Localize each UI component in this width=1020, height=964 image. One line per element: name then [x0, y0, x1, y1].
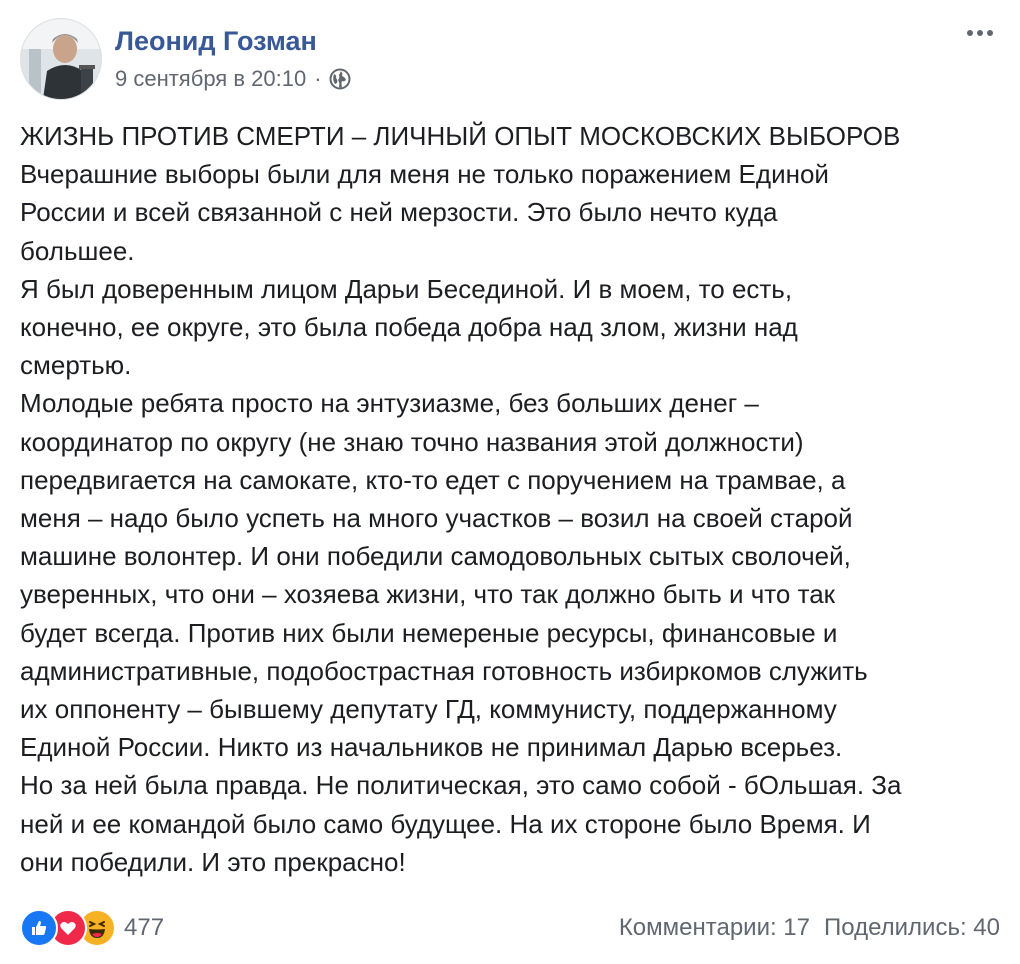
comments-count-link[interactable]: Комментарии: 17 [619, 914, 810, 942]
post-line: уверенных, что они – хозяева жизни, что … [20, 579, 836, 610]
post-line: передвигается на самокате, кто-то едет с… [20, 464, 846, 495]
meta-separator: · [314, 66, 322, 91]
post-line: Молодые ребята просто на энтузиазме, без… [20, 388, 759, 419]
post-timestamp-link[interactable]: 9 сентября в 20:10 [115, 66, 306, 92]
post-text: ЖИЗНЬ ПРОТИВ СМЕРТИ – ЛИЧНЫЙ ОПЫТ МОСКОВ… [20, 117, 1010, 881]
post-line: координатор по округу (не знаю точно наз… [20, 426, 804, 457]
more-horizontal-icon [967, 30, 973, 36]
more-dot [987, 30, 993, 36]
post-line: большее. [20, 235, 135, 266]
post-line: ней и ее командой было само будущее. На … [20, 808, 871, 839]
post-header: Леонид Гозман 9 сентября в 20:10 · [20, 18, 1020, 108]
post-line: Вчерашние выборы были для меня не только… [20, 159, 829, 190]
post-title-line: ЖИЗНЬ ПРОТИВ СМЕРТИ – ЛИЧНЫЙ ОПЫТ МОСКОВ… [20, 121, 901, 151]
engagement-stats: Комментарии: 17 Поделились: 40 [619, 905, 1000, 951]
post-line: машине волонтер. И они победили самодово… [20, 541, 851, 572]
post-line: их оппоненту – бывшему депутату ГД, комм… [20, 694, 837, 725]
post-line: они победили. И это прекрасно! [20, 846, 406, 877]
avatar-photo [21, 19, 101, 99]
reaction-count[interactable]: 477 [124, 914, 164, 942]
post-line: меня – надо было успеть на много участко… [20, 503, 853, 534]
avatar[interactable] [20, 18, 102, 100]
post-line: конечно, ее округе, это была победа добр… [20, 312, 798, 343]
like-icon [20, 909, 58, 947]
shares-count-link[interactable]: Поделились: 40 [824, 914, 1000, 942]
post-line: смертью. [20, 350, 132, 381]
globe-icon[interactable] [329, 68, 351, 90]
post-meta: 9 сентября в 20:10 · [115, 66, 351, 92]
post-line: административные, подобострастная готовн… [20, 655, 868, 686]
post-line: России и всей связанной с ней мерзости. … [20, 197, 778, 228]
more-dot [977, 30, 983, 36]
post-line: Единой России. Никто из начальников не п… [20, 732, 843, 763]
post-footer: 477 Комментарии: 17 Поделились: 40 [20, 905, 1000, 951]
post-line: будет всегда. Против них были немереные … [20, 617, 838, 648]
more-options-button[interactable] [958, 18, 1002, 48]
reactions-summary[interactable]: 477 [20, 905, 164, 951]
author-name-link[interactable]: Леонид Гозман [115, 26, 317, 57]
post-line: Я был доверенным лицом Дарьи Бесединой. … [20, 273, 793, 304]
post-line: Но за ней была правда. Не политическая, … [20, 770, 902, 801]
